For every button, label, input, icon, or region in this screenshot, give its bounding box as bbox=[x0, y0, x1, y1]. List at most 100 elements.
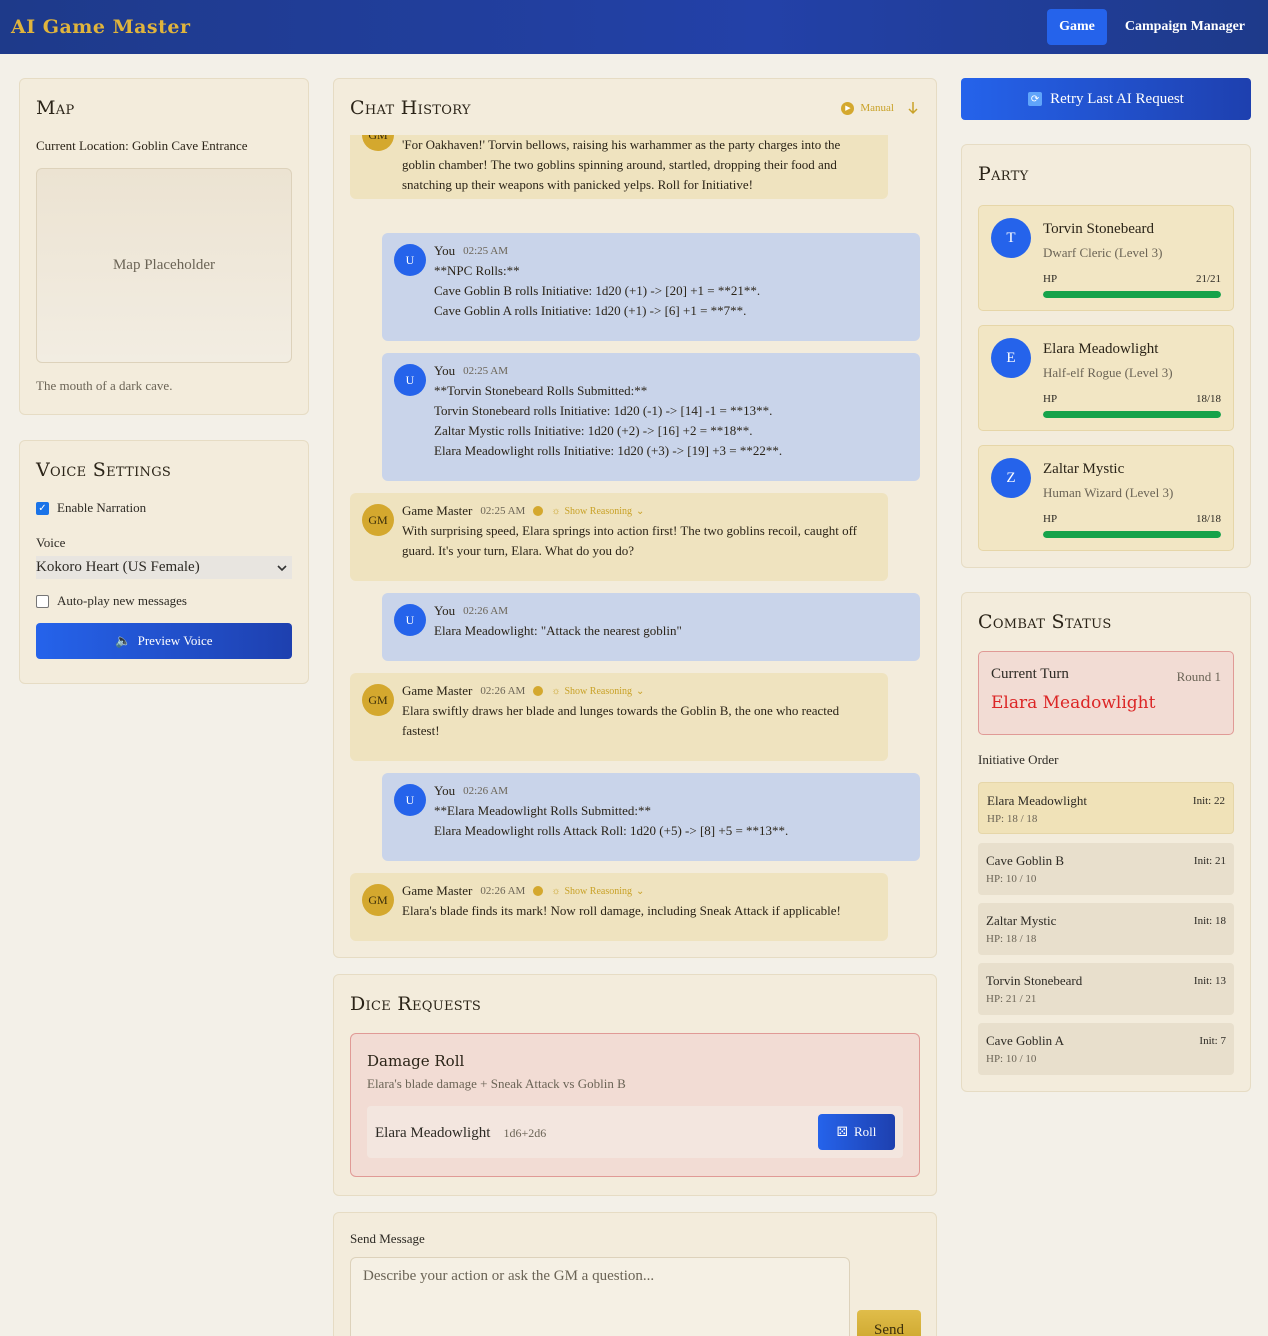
initiative-item[interactable]: Torvin Stonebeard HP: 21 / 21 Init: 13 bbox=[978, 963, 1234, 1015]
dice-request-title: Damage Roll bbox=[367, 1052, 465, 1070]
manual-mode-toggle[interactable]: ▶ Manual bbox=[841, 101, 920, 115]
roll-button[interactable]: ⚄ Roll bbox=[818, 1114, 895, 1150]
preview-voice-button[interactable]: 🔈 Preview Voice bbox=[36, 623, 292, 659]
dice-requests-panel: Dice Requests Damage Roll Elara's blade … bbox=[333, 974, 937, 1196]
retry-icon: ⟳ bbox=[1028, 92, 1043, 106]
current-turn-card: Current Turn Round 1 Elara Meadowlight bbox=[978, 651, 1234, 735]
send-button[interactable]: Send bbox=[857, 1310, 921, 1336]
party-member-card[interactable]: T Torvin Stonebeard Dwarf Cleric (Level … bbox=[978, 205, 1234, 311]
map-canvas: Map Placeholder bbox=[36, 168, 292, 363]
initiative-hp: HP: 10 / 10 bbox=[986, 873, 1037, 885]
enable-narration-label: Enable Narration bbox=[57, 500, 147, 515]
initiative-value: Init: 13 bbox=[1193, 975, 1226, 987]
chevron-down-icon: ⌄ bbox=[636, 885, 645, 897]
message-author: Game Master bbox=[402, 683, 473, 698]
show-reasoning-toggle[interactable]: ☼ Show Reasoning ⌄ bbox=[551, 886, 644, 897]
chat-message: U You 02:26 AM **Elara Meadowlight Rolls… bbox=[382, 773, 920, 861]
lightbulb-icon: ☼ bbox=[551, 885, 561, 897]
chat-message: GM Game Master 02:25 AM ☼ Show Reasoning… bbox=[350, 493, 888, 581]
chevron-down-icon: ⌄ bbox=[636, 685, 645, 697]
member-class: Dwarf Cleric (Level 3) bbox=[1043, 245, 1163, 260]
initiative-item[interactable]: Cave Goblin B HP: 10 / 10 Init: 21 bbox=[978, 843, 1234, 895]
nav-campaign-manager[interactable]: Campaign Manager bbox=[1113, 9, 1257, 45]
retry-ai-request-button[interactable]: ⟳ Retry Last AI Request bbox=[961, 78, 1251, 120]
hp-bar bbox=[1043, 411, 1221, 418]
chat-message: GM Game Master 02:26 AM ☼ Show Reasoning… bbox=[350, 673, 888, 761]
map-placeholder-text: Map Placeholder bbox=[112, 257, 216, 273]
message-time: 02:26 AM bbox=[463, 785, 509, 797]
gm-avatar: GM bbox=[362, 684, 394, 716]
voice-settings-panel: Voice Settings ✓ Enable Narration Voice … bbox=[19, 440, 309, 684]
dice-icon: ⚄ bbox=[836, 1124, 848, 1139]
message-time: 02:26 AM bbox=[463, 605, 509, 617]
show-reasoning-toggle[interactable]: ☼ Show Reasoning ⌄ bbox=[551, 506, 644, 517]
round-label: Round 1 bbox=[1176, 669, 1221, 684]
enable-narration-checkbox[interactable]: ✓ bbox=[36, 501, 49, 515]
hp-bar bbox=[1043, 291, 1221, 298]
message-input-placeholder: Describe your action or ask the GM a que… bbox=[363, 1268, 655, 1284]
gm-avatar: GM bbox=[362, 884, 394, 916]
message-time: 02:26 AM bbox=[480, 685, 526, 697]
initiative-item[interactable]: Cave Goblin A HP: 10 / 10 Init: 7 bbox=[978, 1023, 1234, 1075]
show-reasoning-label: Show Reasoning bbox=[564, 685, 633, 697]
user-avatar: U bbox=[394, 364, 426, 396]
initiative-value: Init: 18 bbox=[1193, 915, 1226, 927]
initiative-value: Init: 7 bbox=[1199, 1035, 1226, 1047]
narration-icon[interactable] bbox=[533, 686, 544, 696]
hp-value: 18/18 bbox=[1195, 513, 1221, 525]
party-member-card[interactable]: Z Zaltar Mystic Human Wizard (Level 3) H… bbox=[978, 445, 1234, 551]
message-time: 02:25 AM bbox=[463, 245, 509, 257]
voice-select[interactable]: Kokoro Heart (US Female) bbox=[36, 556, 292, 579]
show-reasoning-toggle[interactable]: ☼ Show Reasoning ⌄ bbox=[551, 686, 644, 697]
dice-roll-row: Elara Meadowlight 1d6+2d6 ⚄ Roll bbox=[367, 1106, 903, 1158]
party-member-card[interactable]: E Elara Meadowlight Half-elf Rogue (Leve… bbox=[978, 325, 1234, 431]
dice-request-description: Elara's blade damage + Sneak Attack vs G… bbox=[367, 1076, 626, 1091]
message-time: 02:26 AM bbox=[480, 885, 526, 897]
message-body: **Torvin Stonebeard Rolls Submitted:** T… bbox=[434, 383, 783, 458]
message-author: You bbox=[434, 603, 456, 618]
message-meta: Game Master 02:26 AM ☼ Show Reasoning ⌄ bbox=[402, 883, 876, 899]
initiative-name: Elara Meadowlight bbox=[987, 793, 1087, 808]
initiative-name: Cave Goblin B bbox=[986, 853, 1064, 868]
member-class: Human Wizard (Level 3) bbox=[1043, 485, 1174, 500]
show-reasoning-label: Show Reasoning bbox=[564, 505, 633, 517]
map-panel: Map Current Location: Goblin Cave Entran… bbox=[19, 78, 309, 415]
message-body: **Elara Meadowlight Rolls Submitted:** E… bbox=[434, 803, 789, 838]
nav-game[interactable]: Game bbox=[1047, 9, 1107, 45]
initiative-name: Torvin Stonebeard bbox=[986, 973, 1083, 988]
main-nav: Game Campaign Manager bbox=[1047, 9, 1257, 45]
message-time: 02:25 AM bbox=[480, 505, 526, 517]
hp-bar-fill bbox=[1043, 531, 1221, 538]
initiative-value: Init: 21 bbox=[1193, 855, 1226, 867]
narration-icon[interactable] bbox=[533, 506, 544, 516]
message-meta: Game Master 02:25 AM ☼ Show Reasoning ⌄ bbox=[402, 503, 876, 519]
autoplay-checkbox[interactable] bbox=[36, 594, 49, 608]
chat-message: U You 02:26 AM Elara Meadowlight: "Attac… bbox=[382, 593, 920, 661]
chat-history-title: Chat History bbox=[350, 97, 471, 119]
combat-status-title: Combat Status bbox=[978, 611, 1112, 633]
retry-label: Retry Last AI Request bbox=[1050, 90, 1184, 107]
party-title: Party bbox=[978, 163, 1029, 185]
hp-label: HP bbox=[1043, 273, 1058, 285]
initiative-hp: HP: 18 / 18 bbox=[987, 813, 1038, 825]
member-avatar: T bbox=[991, 218, 1031, 258]
arrow-down-icon[interactable] bbox=[906, 101, 920, 115]
lightbulb-icon: ☼ bbox=[551, 505, 561, 517]
chat-message: U You 02:25 AM **NPC Rolls:** Cave Gobli… bbox=[382, 233, 920, 341]
autoplay-label: Auto-play new messages bbox=[57, 593, 187, 608]
gm-avatar: GM bbox=[362, 504, 394, 536]
hp-label: HP bbox=[1043, 513, 1058, 525]
message-meta: You 02:25 AM bbox=[434, 243, 908, 259]
dice-character-name: Elara Meadowlight bbox=[375, 1125, 491, 1141]
message-time: 02:25 AM bbox=[463, 365, 509, 377]
narration-icon[interactable] bbox=[533, 886, 544, 896]
chat-scroll-area[interactable]: GM 'For Oakhaven!' Torvin bellows, raisi… bbox=[350, 135, 922, 945]
initiative-item[interactable]: Zaltar Mystic HP: 18 / 18 Init: 18 bbox=[978, 903, 1234, 955]
combat-status-panel: Combat Status Current Turn Round 1 Elara… bbox=[961, 592, 1251, 1092]
lightbulb-icon: ☼ bbox=[551, 685, 561, 697]
preview-voice-label: Preview Voice bbox=[137, 633, 213, 648]
initiative-item[interactable]: Elara Meadowlight HP: 18 / 18 Init: 22 bbox=[978, 782, 1234, 834]
initiative-hp: HP: 10 / 10 bbox=[986, 1053, 1037, 1065]
message-input[interactable]: Describe your action or ask the GM a que… bbox=[350, 1257, 850, 1336]
message-meta: Game Master 02:26 AM ☼ Show Reasoning ⌄ bbox=[402, 683, 876, 699]
